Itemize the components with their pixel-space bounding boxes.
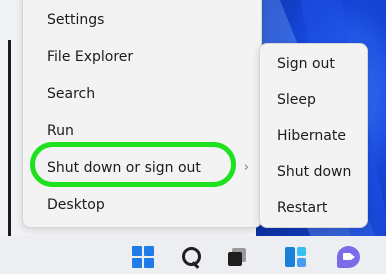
chat-icon[interactable] (337, 246, 360, 268)
start-icon[interactable] (132, 246, 154, 268)
submenu-item-sign-out[interactable]: Sign out (260, 49, 367, 79)
menu-item-label: Search (47, 86, 96, 102)
menu-item-search[interactable]: Search (23, 77, 261, 111)
shutdown-submenu: Sign out Sleep Hibernate Shut down Resta… (259, 43, 368, 228)
start-tile (132, 258, 142, 268)
task-view-front (228, 252, 242, 266)
menu-item-settings[interactable]: Settings (23, 3, 261, 37)
submenu-item-shut-down[interactable]: Shut down (260, 157, 367, 187)
start-context-menu: Settings File Explorer Search Run Shut d… (22, 0, 262, 228)
search-icon[interactable] (180, 246, 202, 269)
submenu-item-sleep[interactable]: Sleep (260, 85, 367, 115)
menu-item-label: Settings (47, 12, 105, 28)
submenu-item-restart[interactable]: Restart (260, 193, 367, 223)
widgets-tile (285, 247, 295, 267)
widgets-tile (297, 247, 306, 256)
submenu-item-label: Sign out (277, 56, 335, 72)
task-view-icon[interactable] (226, 246, 248, 268)
menu-item-desktop[interactable]: Desktop (23, 188, 261, 222)
menu-item-file-explorer[interactable]: File Explorer (23, 40, 261, 74)
submenu-item-label: Sleep (277, 92, 316, 108)
start-tile (132, 246, 142, 256)
submenu-item-hibernate[interactable]: Hibernate (260, 121, 367, 151)
menu-item-label: File Explorer (47, 49, 134, 65)
start-tile (144, 258, 154, 268)
menu-item-label: Desktop (47, 197, 105, 213)
chat-camera (343, 253, 351, 260)
submenu-item-label: Shut down (277, 164, 352, 180)
highlight-annotation-oval (30, 142, 236, 187)
widgets-icon[interactable] (284, 246, 306, 268)
submenu-item-label: Hibernate (277, 128, 346, 144)
window-edge (8, 40, 11, 245)
chat-camera-lens (351, 254, 355, 260)
widgets-tile (297, 258, 306, 267)
chevron-right-icon: › (243, 160, 249, 175)
submenu-item-label: Restart (277, 200, 328, 216)
start-tile (144, 246, 154, 256)
